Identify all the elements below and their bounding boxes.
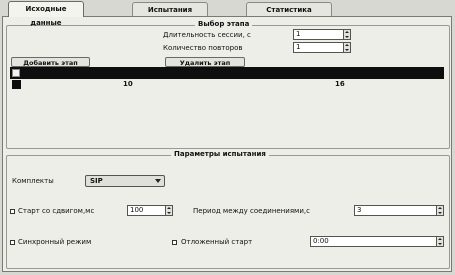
tab-label: Статистика — [266, 6, 312, 14]
start-shift-checkbox[interactable] — [10, 209, 15, 214]
stage-timeline[interactable] — [10, 67, 444, 79]
kits-combobox[interactable]: SIP — [85, 175, 165, 187]
start-shift-label: Старт со сдвигом,мс — [18, 207, 95, 215]
tab-label: Исходные данные — [25, 5, 67, 27]
period-spinbox[interactable]: 3 — [354, 205, 444, 216]
spin-arrows-icon[interactable] — [436, 237, 443, 246]
tab-statistics[interactable]: Статистика — [246, 2, 332, 16]
delayed-start-value: 0:00 — [313, 237, 329, 245]
repeat-count-spinbox[interactable]: 1 — [293, 42, 351, 53]
sync-mode-label: Синхронный режим — [18, 238, 92, 246]
delete-stage-button[interactable]: Удалить этап — [165, 57, 245, 67]
tab-label: Испытания — [147, 6, 193, 14]
timeline-start-handle[interactable] — [12, 69, 20, 77]
session-duration-spinbox[interactable]: 1 — [293, 29, 351, 40]
delayed-start-label: Отложенный старт — [181, 238, 253, 246]
spin-arrows-icon[interactable] — [436, 206, 443, 215]
delayed-start-timeedit[interactable]: 0:00 — [310, 236, 444, 247]
stage-marker[interactable] — [12, 80, 21, 89]
kits-value: SIP — [90, 177, 103, 185]
tab-tests[interactable]: Испытания — [132, 2, 208, 16]
timeline-tick: 10 — [123, 80, 133, 88]
stage-group-title: Выбор этапа — [195, 20, 253, 29]
spin-arrows-icon[interactable] — [343, 30, 350, 39]
tab-source-data[interactable]: Исходные данные — [8, 1, 84, 27]
session-duration-label: Длительность сессии, с — [163, 31, 251, 39]
kits-label: Комплекты — [12, 177, 54, 185]
start-shift-value: 100 — [130, 206, 144, 214]
repeat-count-label: Количество повторов — [163, 44, 243, 52]
sync-mode-checkbox[interactable] — [10, 240, 15, 245]
test-params-title: Параметры испытания — [171, 150, 269, 159]
add-stage-button[interactable]: Добавить этап — [11, 57, 90, 67]
start-shift-spinbox[interactable]: 100 — [127, 205, 173, 216]
timeline-tick: 16 — [335, 80, 345, 88]
spin-arrows-icon[interactable] — [343, 43, 350, 52]
period-value: 3 — [357, 206, 362, 214]
repeat-count-value: 1 — [296, 43, 301, 51]
session-duration-value: 1 — [296, 30, 301, 38]
spin-arrows-icon[interactable] — [165, 206, 172, 215]
period-label: Период между соединениями,с — [193, 207, 310, 215]
delayed-start-checkbox[interactable] — [172, 240, 177, 245]
chevron-down-icon — [155, 179, 161, 183]
